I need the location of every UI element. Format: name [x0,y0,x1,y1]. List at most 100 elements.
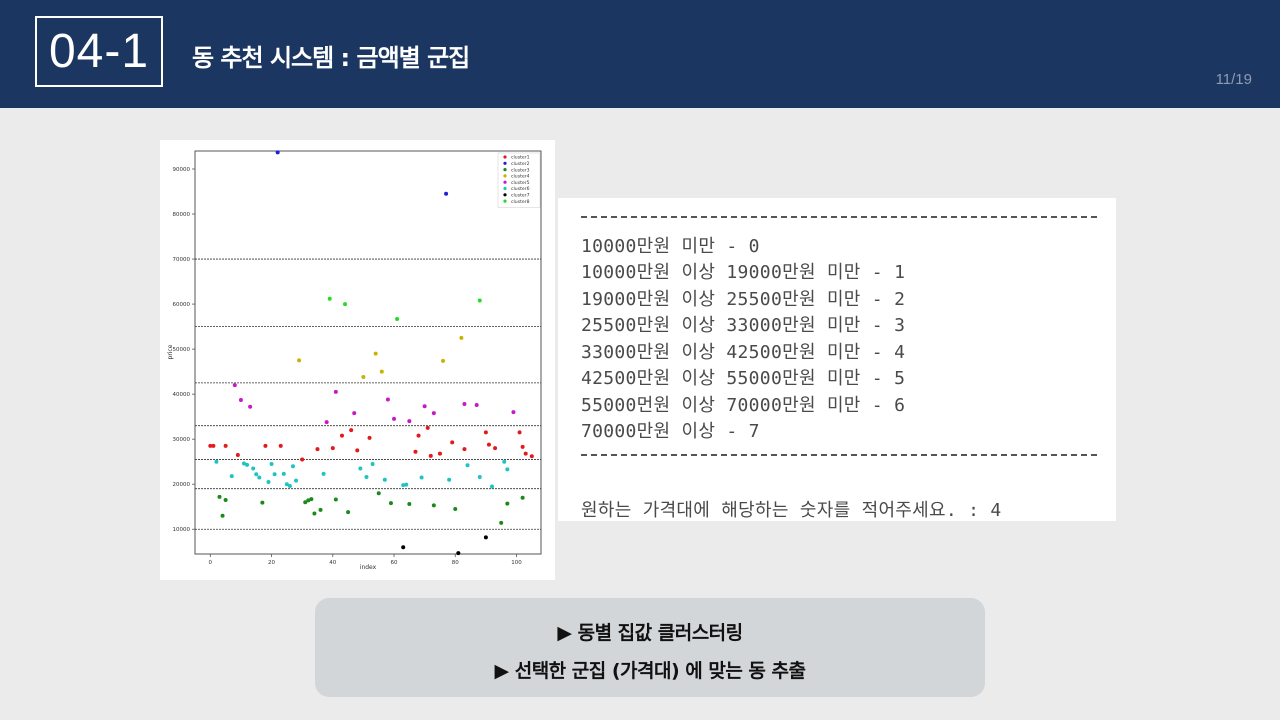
data-point-cluster1 [462,447,467,452]
data-point-cluster3 [312,511,317,516]
console-separator-top [581,216,1097,218]
data-point-cluster6 [251,466,256,471]
data-point-cluster4 [459,335,464,340]
scatter-plot: 10000 20000 30000 40000 50000 60000 70000 80000… [167,150,542,571]
data-point-cluster1 [529,454,534,459]
data-point-cluster3 [333,497,338,502]
x-tick-label: 100 [511,560,522,566]
data-point-cluster1 [223,443,228,448]
data-point-cluster8 [395,316,400,321]
data-point-cluster6 [502,459,507,464]
slide-title: 동 추천 시스템 : 금액별 군집 [192,44,470,72]
data-point-cluster5 [422,404,427,409]
legend-label: cluster5 [511,180,530,186]
chart-legend: cluster1cluster2cluster3cluster4cluster5… [497,152,541,208]
section-number: 04-1 [35,16,163,87]
data-point-cluster5 [232,383,237,388]
plot-area [194,150,542,555]
console-line: 25500만원 이상 33000만원 미만 - 3 [581,315,906,336]
data-point-cluster3 [376,491,381,496]
y-tick-label: 60000 [173,302,191,308]
data-point-cluster1 [520,444,525,449]
legend-marker [503,168,507,172]
y-axis-label: price [167,344,174,359]
data-point-cluster1 [413,449,418,454]
y-tick-label: 40000 [173,392,191,398]
legend-label: cluster4 [511,174,530,180]
data-point-cluster3 [453,506,458,511]
data-point-cluster6 [465,463,470,468]
data-point-cluster6 [245,462,250,467]
data-point-cluster3 [309,497,314,502]
data-point-cluster1 [493,446,498,451]
data-point-cluster8 [343,302,348,307]
data-point-cluster5 [238,398,243,403]
data-point-cluster1 [416,433,421,438]
legend-marker [503,180,507,184]
console-line: 70000만원 이상 - 7 [581,421,760,442]
data-point-cluster6 [290,464,295,469]
console-line: 10000만원 미만 - 0 [581,236,760,257]
data-point-cluster6 [257,475,262,480]
data-point-cluster5 [333,389,338,394]
data-point-cluster1 [523,451,528,456]
data-point-cluster3 [407,502,412,507]
y-tick-label: 30000 [173,437,191,443]
data-point-cluster1 [235,452,240,457]
console-line: 33000만원 이상 42500만원 미만 - 4 [581,342,906,363]
console-line: 19000만원 이상 25500만원 미만 - 2 [581,289,906,310]
console-output: 10000만원 미만 - 0 10000만원 이상 19000만원 미만 - 1… [558,198,1116,521]
data-point-cluster4 [297,358,302,363]
data-point-cluster5 [511,410,516,415]
summary-line-extraction: ▶ 선택한 군집 (가격대) 에 맞는 동 추출 [494,660,806,682]
data-point-cluster1 [315,447,320,452]
x-tick-label: 20 [268,560,275,566]
console-separator-bottom [581,454,1097,456]
data-point-cluster1 [278,443,283,448]
x-tick-label: 80 [452,560,459,566]
data-point-cluster6 [419,475,424,480]
y-tick-label: 70000 [173,257,191,263]
summary-line-clustering: ▶ 동별 집값 클러스터링 [557,622,743,644]
legend-marker [503,193,507,197]
data-point-cluster6 [214,459,219,464]
legend-marker [503,161,507,165]
data-point-cluster4 [441,358,446,363]
legend-label: cluster1 [511,155,530,161]
legend-marker [503,155,507,159]
y-tick-label: 50000 [173,347,191,353]
data-point-cluster3 [431,503,436,508]
data-point-cluster3 [318,507,323,512]
summary-box: ▶ 동별 집값 클러스터링 ▶ 선택한 군집 (가격대) 에 맞는 동 추출 [315,598,985,697]
data-point-cluster4 [361,375,366,380]
data-point-cluster6 [358,466,363,471]
console-line: 55000먼원 이상 70000만원 미만 - 6 [581,395,906,416]
data-point-cluster8 [477,298,482,303]
data-point-cluster5 [324,420,329,425]
slide-header: 04-1 동 추천 시스템 : 금액별 군집 11/19 [0,0,1280,108]
x-tick-label: 60 [391,560,398,566]
legend-marker [503,186,507,191]
data-point-cluster1 [428,453,433,458]
data-point-cluster3 [223,497,228,502]
x-tick-label: 40 [329,560,336,566]
data-point-cluster3 [260,500,265,505]
data-point-cluster1 [349,428,354,433]
data-point-cluster3 [505,501,510,506]
data-point-cluster5 [248,404,253,409]
data-point-cluster6 [321,471,326,476]
data-point-cluster6 [364,475,369,480]
data-point-cluster6 [490,484,495,489]
cluster-scatter-chart: 10000 20000 30000 40000 50000 60000 70000 80000… [160,140,555,580]
data-point-cluster6 [254,472,259,477]
data-point-cluster5 [407,419,412,424]
data-point-cluster7 [456,551,461,556]
data-point-cluster3 [499,520,504,525]
legend-marker [503,174,507,178]
data-point-cluster3 [217,494,222,499]
data-point-cluster6 [404,482,409,487]
data-point-cluster1 [355,448,360,453]
data-point-cluster6 [477,475,482,480]
data-point-cluster6 [266,479,271,484]
data-point-cluster1 [339,433,344,438]
